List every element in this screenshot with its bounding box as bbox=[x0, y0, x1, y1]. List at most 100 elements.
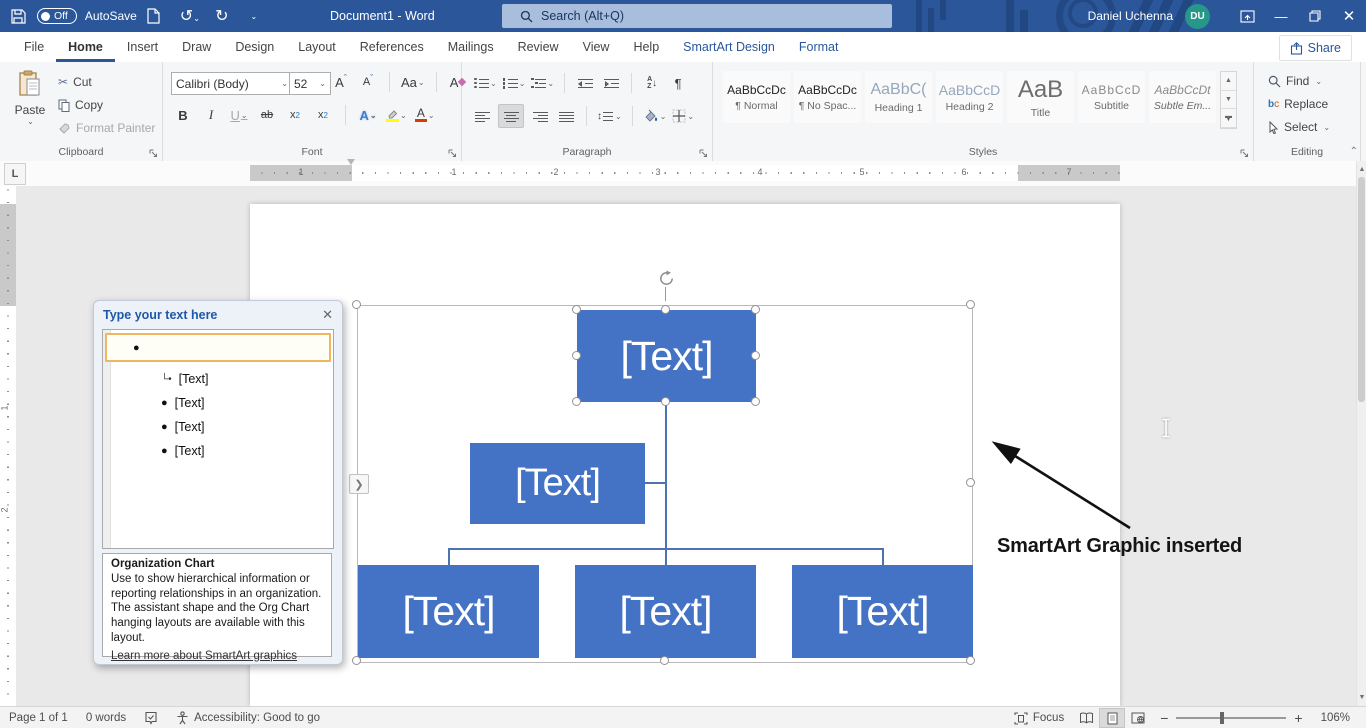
numbering-button[interactable]: ⌄ bbox=[503, 72, 526, 94]
tab-home[interactable]: Home bbox=[56, 32, 115, 62]
clipboard-dialog-launcher-icon[interactable] bbox=[149, 149, 158, 158]
zoom-slider-thumb[interactable] bbox=[1220, 712, 1224, 724]
proofing-icon[interactable] bbox=[135, 707, 167, 728]
borders-button[interactable]: ⌄ bbox=[672, 105, 694, 127]
avatar[interactable]: DU bbox=[1185, 4, 1210, 29]
styles-scroll-down-icon[interactable]: ▼ bbox=[1221, 91, 1236, 110]
tab-help[interactable]: Help bbox=[621, 32, 671, 62]
smartart-top-shape[interactable]: [Text] bbox=[577, 310, 756, 402]
shape-handle-top-right[interactable] bbox=[751, 305, 760, 314]
paragraph-dialog-launcher-icon[interactable] bbox=[699, 149, 708, 158]
text-pane-row-assistant[interactable]: └• [Text] bbox=[161, 368, 329, 390]
collapse-ribbon-icon[interactable]: ⌃ bbox=[1350, 146, 1358, 157]
underline-button[interactable]: U⌄ bbox=[229, 104, 249, 126]
shading-button[interactable]: ⌄ bbox=[643, 105, 667, 127]
font-color-button[interactable]: A ⌄ bbox=[415, 104, 435, 126]
frame-handle-bottom-left[interactable] bbox=[352, 656, 361, 665]
smartart-child-shape-1[interactable]: [Text] bbox=[358, 565, 539, 658]
change-case-button[interactable]: Aa⌄ bbox=[401, 71, 425, 93]
redo-button[interactable]: ↻ bbox=[211, 6, 233, 26]
shape-handle-top-left[interactable] bbox=[572, 305, 581, 314]
shrink-font-button[interactable]: Aˇ bbox=[358, 71, 378, 93]
save-icon[interactable] bbox=[10, 8, 27, 25]
style-subtitle[interactable]: AaBbCcD Subtitle bbox=[1078, 71, 1145, 123]
styles-scroll-up-icon[interactable]: ▲ bbox=[1221, 72, 1236, 91]
tab-smartart-design[interactable]: SmartArt Design bbox=[671, 32, 787, 62]
vertical-scrollbar[interactable]: ▲ ▼ bbox=[1356, 161, 1366, 706]
sort-button[interactable]: AZ ↓ bbox=[642, 72, 662, 94]
style-heading-1[interactable]: AaBbC( Heading 1 bbox=[865, 71, 932, 123]
text-effects-button[interactable]: A⌄ bbox=[358, 104, 378, 126]
styles-dialog-launcher-icon[interactable] bbox=[1240, 149, 1249, 158]
frame-handle-bottom-right[interactable] bbox=[966, 656, 975, 665]
align-center-button[interactable] bbox=[498, 104, 524, 128]
quick-access-toolbar-chevron-icon[interactable]: ⌄ bbox=[243, 12, 265, 21]
paste-button[interactable]: Paste ⌄ bbox=[10, 70, 50, 126]
show-paragraph-marks-button[interactable]: ¶ bbox=[668, 72, 688, 94]
tab-references[interactable]: References bbox=[348, 32, 436, 62]
page-indicator[interactable]: Page 1 of 1 bbox=[0, 707, 77, 728]
text-pane-row-selected[interactable]: ● bbox=[105, 333, 331, 362]
text-pane-row[interactable]: ● [Text] bbox=[161, 392, 329, 414]
focus-mode-button[interactable]: Focus bbox=[1005, 707, 1073, 728]
word-count[interactable]: 0 words bbox=[77, 707, 135, 728]
undo-button[interactable]: ↺⌄ bbox=[179, 6, 201, 26]
close-button[interactable]: ✕ bbox=[1332, 0, 1366, 32]
subscript-button[interactable]: x2 bbox=[285, 104, 305, 126]
new-document-icon[interactable] bbox=[147, 8, 169, 24]
zoom-level[interactable]: 106% bbox=[1312, 707, 1366, 728]
vertical-ruler[interactable]: 1 2 bbox=[0, 186, 16, 706]
shape-handle-mid-right[interactable] bbox=[751, 351, 760, 360]
frame-handle-top-right[interactable] bbox=[966, 300, 975, 309]
frame-handle-top-left[interactable] bbox=[352, 300, 361, 309]
shape-handle-bottom-right[interactable] bbox=[751, 397, 760, 406]
smartart-child-shape-3[interactable]: [Text] bbox=[792, 565, 973, 658]
read-mode-button[interactable] bbox=[1073, 708, 1099, 728]
italic-button[interactable]: I bbox=[201, 104, 221, 126]
smartart-assistant-shape[interactable]: [Text] bbox=[470, 443, 645, 524]
tab-draw[interactable]: Draw bbox=[170, 32, 223, 62]
smartart-text-pane[interactable]: Type your text here ✕ ● └• [Text] ● [Tex… bbox=[93, 300, 343, 665]
share-button[interactable]: Share bbox=[1279, 35, 1352, 61]
styles-gallery-more-icon[interactable]: ▬▼ bbox=[1221, 109, 1236, 128]
style-no-spacing[interactable]: AaBbCcDc ¶ No Spac... bbox=[794, 71, 861, 123]
select-button[interactable]: Select⌄ bbox=[1268, 117, 1330, 137]
grow-font-button[interactable]: Aˆ bbox=[331, 71, 351, 93]
tab-mailings[interactable]: Mailings bbox=[436, 32, 506, 62]
tab-format[interactable]: Format bbox=[787, 32, 851, 62]
find-button[interactable]: Find⌄ bbox=[1268, 71, 1322, 91]
text-pane-row[interactable]: ● [Text] bbox=[161, 440, 329, 462]
user-name[interactable]: Daniel Uchenna bbox=[1088, 9, 1173, 23]
justify-button[interactable] bbox=[556, 105, 576, 127]
multilevel-list-button[interactable]: ⌄ bbox=[531, 72, 554, 94]
line-spacing-button[interactable]: ↕ ⌄ bbox=[597, 105, 622, 127]
shape-handle-bottom-center[interactable] bbox=[661, 397, 670, 406]
text-pane-row[interactable]: ● [Text] bbox=[161, 416, 329, 438]
zoom-in-button[interactable]: + bbox=[1294, 707, 1311, 728]
style-normal[interactable]: AaBbCcDc ¶ Normal bbox=[723, 71, 790, 123]
restore-button[interactable] bbox=[1298, 0, 1332, 32]
smartart-child-shape-2[interactable]: [Text] bbox=[575, 565, 756, 658]
print-layout-button[interactable] bbox=[1099, 708, 1125, 728]
minimize-button[interactable]: — bbox=[1264, 0, 1298, 32]
format-painter-button[interactable]: Format Painter bbox=[58, 118, 155, 138]
bold-button[interactable]: B bbox=[173, 104, 193, 126]
shape-handle-top-center[interactable] bbox=[661, 305, 670, 314]
shape-handle-mid-left[interactable] bbox=[572, 351, 581, 360]
styles-gallery-scrollbar[interactable]: ▲ ▼ ▬▼ bbox=[1220, 71, 1237, 129]
tab-stop-selector[interactable]: L bbox=[4, 163, 26, 185]
copy-button[interactable]: Copy bbox=[58, 95, 103, 115]
scroll-down-icon[interactable]: ▼ bbox=[1357, 691, 1366, 704]
tab-design[interactable]: Design bbox=[223, 32, 286, 62]
align-left-button[interactable] bbox=[472, 105, 492, 127]
bullets-button[interactable]: ⌄ bbox=[474, 72, 497, 94]
text-highlight-button[interactable]: ⌄ bbox=[386, 104, 407, 126]
scrollbar-thumb[interactable] bbox=[1358, 177, 1365, 402]
style-heading-2[interactable]: AaBbCcD Heading 2 bbox=[936, 71, 1003, 123]
font-name-combobox[interactable]: Calibri (Body)⌄ bbox=[171, 72, 293, 95]
rotate-handle-icon[interactable] bbox=[658, 270, 675, 287]
zoom-out-button[interactable]: − bbox=[1151, 707, 1168, 728]
horizontal-ruler[interactable]: 1 1 2 3 4 5 6 7 bbox=[250, 165, 1120, 181]
text-pane-expand-button[interactable]: ❯ bbox=[349, 474, 369, 494]
search-input[interactable]: Search (Alt+Q) bbox=[502, 4, 892, 28]
